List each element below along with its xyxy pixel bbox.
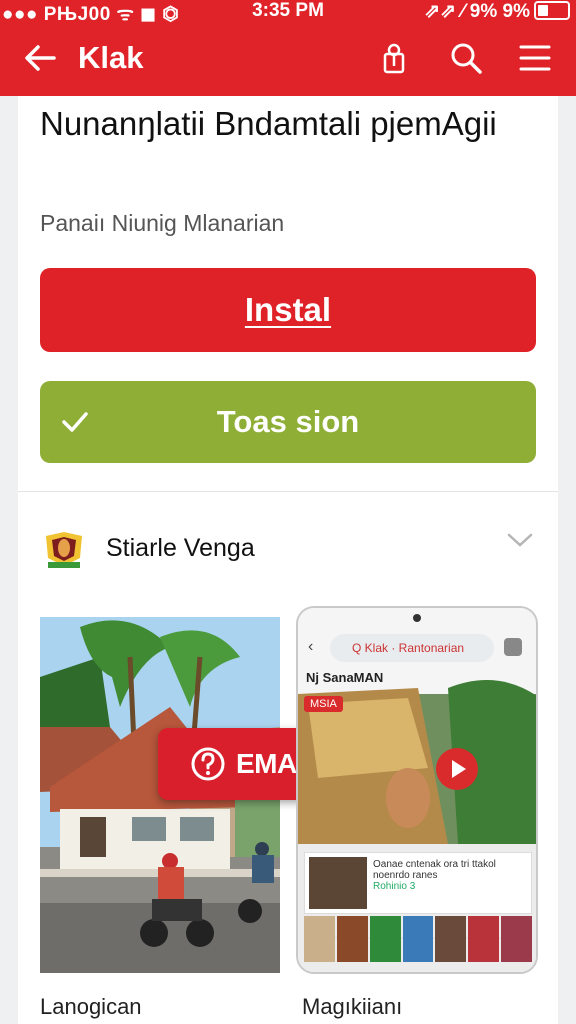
mini-avatar-icon — [504, 638, 522, 656]
share-icon[interactable] — [378, 40, 410, 76]
mini-thumbnail-strip — [304, 916, 533, 962]
app-bar: ●●● PЊJ00 ᯤ ◼ ⏣ 3:35 PM ⇗⇗ ⁄ 9% 9% Klak — [0, 0, 576, 96]
chevron-down-icon[interactable] — [506, 530, 534, 550]
battery-icon — [534, 1, 570, 20]
screenshot-caption: Magıkiianı — [302, 994, 403, 1019]
back-arrow-icon[interactable] — [22, 40, 58, 76]
strip-thumb — [336, 916, 368, 962]
strip-thumb — [369, 916, 401, 962]
mini-panel-body: Oanae cntenak ora tri ttakol noenrdo ran… — [373, 859, 496, 881]
check-icon — [62, 412, 88, 432]
strip-thumb — [501, 916, 533, 962]
toolbar: Klak — [0, 30, 576, 86]
mini-header-text: Nj SanaMAN — [306, 670, 384, 685]
mini-panel-text: Oanae cntenak ora tri ttakol noenrdo ran… — [373, 859, 523, 892]
strip-thumb — [468, 916, 500, 962]
secondary-action-label: Toas sion — [216, 404, 360, 439]
strip-thumb — [402, 916, 434, 962]
mini-tag: MSIA — [304, 696, 343, 712]
screenshot-phone[interactable]: ‹ Q Klak · Rantonarian Nj SanaMAN MSIA O… — [296, 606, 538, 974]
strip-thumb — [304, 916, 335, 962]
app-subtitle: Panaiı Niunig Mlanarian — [40, 210, 285, 236]
question-icon — [191, 747, 225, 781]
developer-logo-icon — [46, 532, 82, 568]
status-bar: ●●● PЊJ00 ᯤ ◼ ⏣ 3:35 PM ⇗⇗ ⁄ 9% 9% — [0, 0, 576, 25]
mini-info-panel: Oanae cntenak ora tri ttakol noenrdo ran… — [304, 852, 532, 914]
secondary-action-button[interactable]: Toas sion — [40, 381, 536, 463]
mini-thumbnail — [309, 857, 367, 909]
mini-search-bar: Q Klak · Rantonarian — [330, 634, 494, 662]
developer-name[interactable]: Stiarle Venga — [106, 534, 255, 563]
menu-icon[interactable] — [518, 42, 552, 74]
app-detail-card: Nunanŋlatii Bndamtali pjemAgii Panaiı Ni… — [18, 96, 558, 1024]
screenshot-caption: Lanogican — [40, 994, 142, 1019]
search-icon[interactable] — [448, 40, 484, 76]
strip-thumb — [435, 916, 467, 962]
app-title: Klak — [78, 40, 144, 75]
install-button[interactable]: Instal — [40, 268, 536, 352]
status-right: ⇗⇗ ⁄ 9% 9% — [424, 1, 530, 22]
mini-back-icon: ‹ — [308, 638, 314, 655]
play-icon — [436, 748, 478, 790]
section-divider — [18, 491, 558, 492]
app-headline: Nunanŋlatii Bndamtali pjemAgii — [40, 105, 497, 142]
mini-panel-link: Rohinio 3 — [373, 881, 416, 892]
